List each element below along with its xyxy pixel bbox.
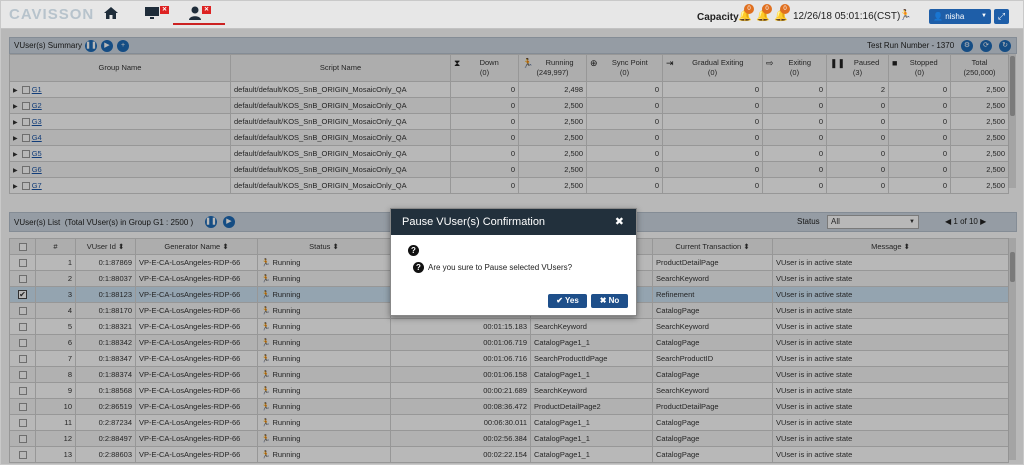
check-icon: ✔ (556, 296, 563, 305)
user-icon: 👤 (933, 12, 946, 21)
dialog-message: Are you sure to Pause selected VUsers? (428, 263, 573, 272)
close-icon: ✖ (599, 296, 607, 305)
no-button[interactable]: ✖ No (591, 294, 628, 308)
user-name: nisha (945, 12, 965, 21)
close-tab-icon[interactable]: ✕ (202, 6, 211, 14)
pause-confirmation-dialog: Pause VUser(s) Confirmation ✖ ? ? Are yo… (390, 208, 637, 316)
runner-icon[interactable]: 🏃 (899, 10, 911, 21)
close-tab-icon[interactable]: ✕ (160, 6, 169, 14)
user-menu-button[interactable]: 👤 nisha ▼ (929, 9, 991, 24)
notification-badge: 0 (780, 4, 790, 14)
close-icon[interactable]: ✖ (615, 209, 624, 235)
question-icon: ? (408, 245, 419, 256)
app-window: CAVISSON ✕ ✕ Capacity 🔔 0 🔔 0 🔔 0 12/26/… (0, 0, 1024, 465)
capacity-label: Capacity (697, 12, 739, 23)
dialog-title: Pause VUser(s) Confirmation (402, 216, 546, 228)
expand-icon[interactable]: ⤢ (994, 9, 1009, 24)
top-bar: CAVISSON ✕ ✕ Capacity 🔔 0 🔔 0 🔔 0 12/26/… (1, 1, 1023, 29)
active-tab-indicator (173, 23, 225, 25)
question-icon: ? (413, 262, 424, 273)
notification-badge: 0 (744, 4, 754, 14)
app-logo: CAVISSON (9, 6, 95, 23)
dialog-header: Pause VUser(s) Confirmation ✖ (391, 209, 636, 235)
server-datetime: 12/26/18 05:01:16(CST) (793, 11, 901, 22)
notification-badge: 0 (762, 4, 772, 14)
home-icon[interactable] (101, 5, 121, 23)
chevron-down-icon: ▼ (981, 13, 987, 19)
yes-button[interactable]: ✔ Yes (548, 294, 587, 308)
